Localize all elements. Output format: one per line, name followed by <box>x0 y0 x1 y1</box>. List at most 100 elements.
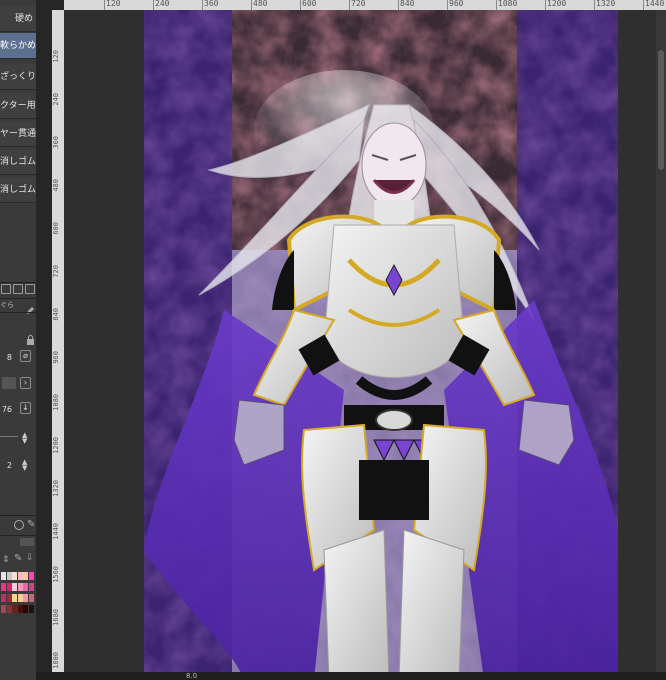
lock-icon[interactable] <box>26 330 35 349</box>
ruler-tick-label: 720 <box>351 0 366 8</box>
wrench-icon[interactable]: ✎ <box>27 519 35 530</box>
panel-divider <box>0 282 36 283</box>
stepper-icon[interactable]: ▲ ▼ <box>22 432 27 445</box>
ruler-tick-label: 1320 <box>596 0 616 8</box>
palette-swatch[interactable] <box>12 594 17 602</box>
ruler-tick-label: 1080 <box>498 0 518 8</box>
opacity-icon[interactable]: ⌀ <box>20 350 31 362</box>
ruler-tick-mark <box>496 0 497 10</box>
canvas-workspace[interactable] <box>64 10 666 680</box>
stepper-icon[interactable]: ⇕ <box>2 555 10 565</box>
palette-swatch[interactable] <box>28 605 34 613</box>
ruler-tick-mark <box>104 0 105 10</box>
illustration-artwork <box>144 10 618 680</box>
stabilizer-value: 2 <box>6 461 12 470</box>
ruler-tick-label: 360 <box>204 0 219 8</box>
palette-swatch[interactable] <box>6 583 12 591</box>
ruler-tick-label: 240 <box>155 0 170 8</box>
ruler-tick-mark <box>300 0 301 10</box>
pressure-icon[interactable]: ↓ <box>20 402 31 414</box>
ruler-tick-label: 840 <box>52 308 60 321</box>
brush-item-eraser-2[interactable]: 消しゴム <box>0 177 36 203</box>
settings-icon[interactable] <box>14 520 24 530</box>
trash-icon[interactable] <box>25 284 35 294</box>
ruler-tick-label: 120 <box>106 0 121 8</box>
palette-swatch[interactable] <box>12 583 17 591</box>
panel-divider <box>0 298 36 299</box>
palette-swatch[interactable] <box>17 594 23 602</box>
illustration-canvas[interactable] <box>144 10 618 680</box>
ruler-tick-label: 600 <box>52 222 60 235</box>
ruler-tick-label: 1320 <box>52 480 60 497</box>
panel-divider <box>0 312 36 313</box>
brush-item-hard[interactable]: 硬め <box>0 6 36 32</box>
palette-swatch[interactable] <box>17 605 23 613</box>
opacity-value: 8 <box>6 353 12 362</box>
ruler-tick-label: 840 <box>400 0 415 8</box>
ruler-tick-label: 960 <box>449 0 464 8</box>
palette-swatch[interactable] <box>23 572 28 580</box>
ruler-tick-mark <box>594 0 595 10</box>
ruler-tick-mark <box>643 0 644 10</box>
slider-track[interactable] <box>0 436 18 437</box>
palette-swatch[interactable] <box>23 594 28 602</box>
scrollbar-thumb[interactable] <box>658 50 664 170</box>
duplicate-brush-icon[interactable] <box>13 284 23 294</box>
ruler-tick-mark <box>447 0 448 10</box>
ruler-tick-label: 1200 <box>52 437 60 454</box>
palette-swatch[interactable] <box>6 594 12 602</box>
wrench-icon[interactable]: ✎ <box>14 553 22 564</box>
ruler-tick-label: 240 <box>52 93 60 106</box>
brush-panel: 硬め 軟らかめ ざっくり クター用 ヤー貫通 消しゴム 消しゴム ぐら 8 ⌀ … <box>0 0 37 680</box>
palette-swatch[interactable] <box>1 594 6 602</box>
palette-swatch[interactable] <box>1 605 6 613</box>
palette-swatch[interactable] <box>23 583 28 591</box>
ruler-tick-label: 480 <box>253 0 268 8</box>
palette-swatch[interactable] <box>17 572 23 580</box>
color-slot[interactable] <box>2 377 16 389</box>
ruler-tick-label: 480 <box>52 179 60 192</box>
ruler-tick-label: 1800 <box>52 652 60 669</box>
palette-swatch[interactable] <box>1 583 6 591</box>
ruler-tick-mark <box>398 0 399 10</box>
ruler-tick-mark <box>251 0 252 10</box>
ruler-tick-label: 120 <box>52 50 60 63</box>
ruler-tick-label: 1200 <box>547 0 567 8</box>
pencil-icon[interactable] <box>26 300 34 314</box>
brush-item-eraser-1[interactable]: 消しゴム <box>0 149 36 175</box>
panel-divider <box>0 535 36 536</box>
stepper-icon[interactable]: ▲ ▼ <box>22 459 27 472</box>
palette-swatch[interactable] <box>17 583 23 591</box>
palette-swatch[interactable] <box>23 605 28 613</box>
pressure-value: 76 <box>1 405 12 414</box>
zoom-level[interactable]: 8.0 <box>186 672 197 680</box>
palette-swatch[interactable] <box>6 605 12 613</box>
palette-swatch[interactable] <box>28 594 34 602</box>
palette-swatch[interactable] <box>12 605 17 613</box>
palette-swatch[interactable] <box>1 572 6 580</box>
ruler-tick-label: 960 <box>52 351 60 364</box>
brush-item-soft[interactable]: 軟らかめ <box>0 33 36 59</box>
brush-item-vector[interactable]: クター用 <box>0 93 36 119</box>
vertical-scrollbar[interactable] <box>656 10 666 680</box>
ruler-tick-label: 1440 <box>52 523 60 540</box>
brush-item-rough[interactable]: ざっくり <box>0 64 36 90</box>
ruler-tick-label: 360 <box>52 136 60 149</box>
new-brush-icon[interactable] <box>1 284 11 294</box>
ruler-tick-mark <box>202 0 203 10</box>
chevron-right-icon[interactable]: › <box>20 377 31 389</box>
ruler-tick-label: 600 <box>302 0 317 8</box>
ruler-tick-mark <box>349 0 350 10</box>
ruler-tick-label: 720 <box>52 265 60 278</box>
property-tab[interactable]: ぐら <box>0 300 14 310</box>
brush-item-layer-penetrate[interactable]: ヤー貫通 <box>0 121 36 147</box>
status-bar: 8.0 <box>36 672 666 680</box>
palette-swatch[interactable] <box>28 572 34 580</box>
ruler-tick-label: 1080 <box>52 394 60 411</box>
palette-swatch[interactable] <box>28 583 34 591</box>
tab-bar[interactable] <box>20 538 34 546</box>
download-icon[interactable]: ⇩ <box>26 553 34 563</box>
palette-swatch[interactable] <box>6 572 12 580</box>
palette-swatch[interactable] <box>12 572 17 580</box>
ruler-tick-label: 1560 <box>52 566 60 583</box>
